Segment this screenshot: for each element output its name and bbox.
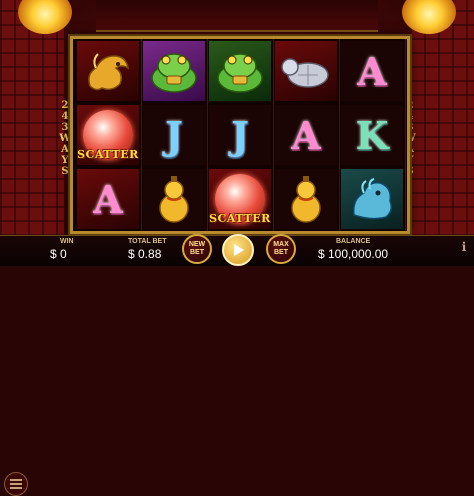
play-icon	[234, 244, 244, 256]
balance-label: BALANCE	[336, 238, 371, 245]
symbol-cell: SCATTER	[209, 169, 271, 229]
symbol-cell: K	[341, 105, 403, 165]
reel-3: J SCATTER	[207, 39, 274, 231]
win-value: $ 0	[50, 247, 67, 261]
golden-gourd-icon	[159, 176, 189, 223]
reel-2: J	[141, 39, 208, 231]
max-bet-button[interactable]: MAX BET	[266, 234, 296, 264]
symbol-cell: J	[209, 105, 271, 165]
reel-frame: SCATTER A J J SCATTER A A K	[70, 36, 410, 234]
symbol-cell	[341, 169, 403, 229]
total-bet-value: $ 0.88	[128, 247, 162, 261]
symbol-cell	[77, 41, 139, 101]
symbol-cell	[143, 169, 205, 229]
temple-roof	[96, 0, 378, 32]
symbol-cell: SCATTER	[77, 105, 139, 165]
new-bet-button[interactable]: NEW BET	[182, 234, 212, 264]
symbol-cell	[275, 169, 337, 229]
win-label: WIN	[60, 238, 74, 245]
reel-1: SCATTER A	[75, 39, 142, 231]
letter-symbol-a: A	[291, 112, 321, 158]
balance-value: $ 100,000.00	[318, 247, 389, 261]
letter-symbol-a: A	[357, 48, 387, 94]
jade-toad-icon	[217, 53, 263, 93]
symbol-cell: A	[341, 41, 403, 101]
symbol-cell: A	[275, 105, 337, 165]
golden-gourd-icon	[291, 176, 321, 223]
letter-symbol-j: J	[231, 112, 249, 158]
lattice-wall-left	[0, 0, 64, 236]
dragon-icon	[88, 53, 130, 91]
symbol-cell: A	[77, 169, 139, 229]
symbol-cell	[209, 41, 271, 101]
symbol-cell	[275, 41, 337, 101]
scatter-label: SCATTER	[209, 212, 271, 225]
menu-icon	[10, 477, 22, 491]
total-bet-label: TOTAL BET	[128, 238, 167, 245]
letter-symbol-a: A	[93, 176, 123, 222]
symbol-cell: J	[143, 105, 205, 165]
scatter-label: SCATTER	[77, 148, 139, 161]
reel-4: A	[273, 39, 340, 231]
reel-5: AK	[339, 39, 406, 231]
jade-lion-icon	[352, 178, 393, 220]
spin-button[interactable]	[222, 234, 254, 266]
menu-button[interactable]	[4, 472, 28, 496]
jade-toad-icon	[151, 53, 197, 93]
lattice-wall-right	[410, 0, 474, 236]
silver-turtle-icon	[281, 58, 329, 88]
letter-symbol-j: J	[165, 112, 183, 158]
symbol-cell	[143, 41, 205, 101]
info-icon[interactable]: i	[460, 240, 468, 254]
letter-symbol-k: K	[355, 112, 389, 158]
